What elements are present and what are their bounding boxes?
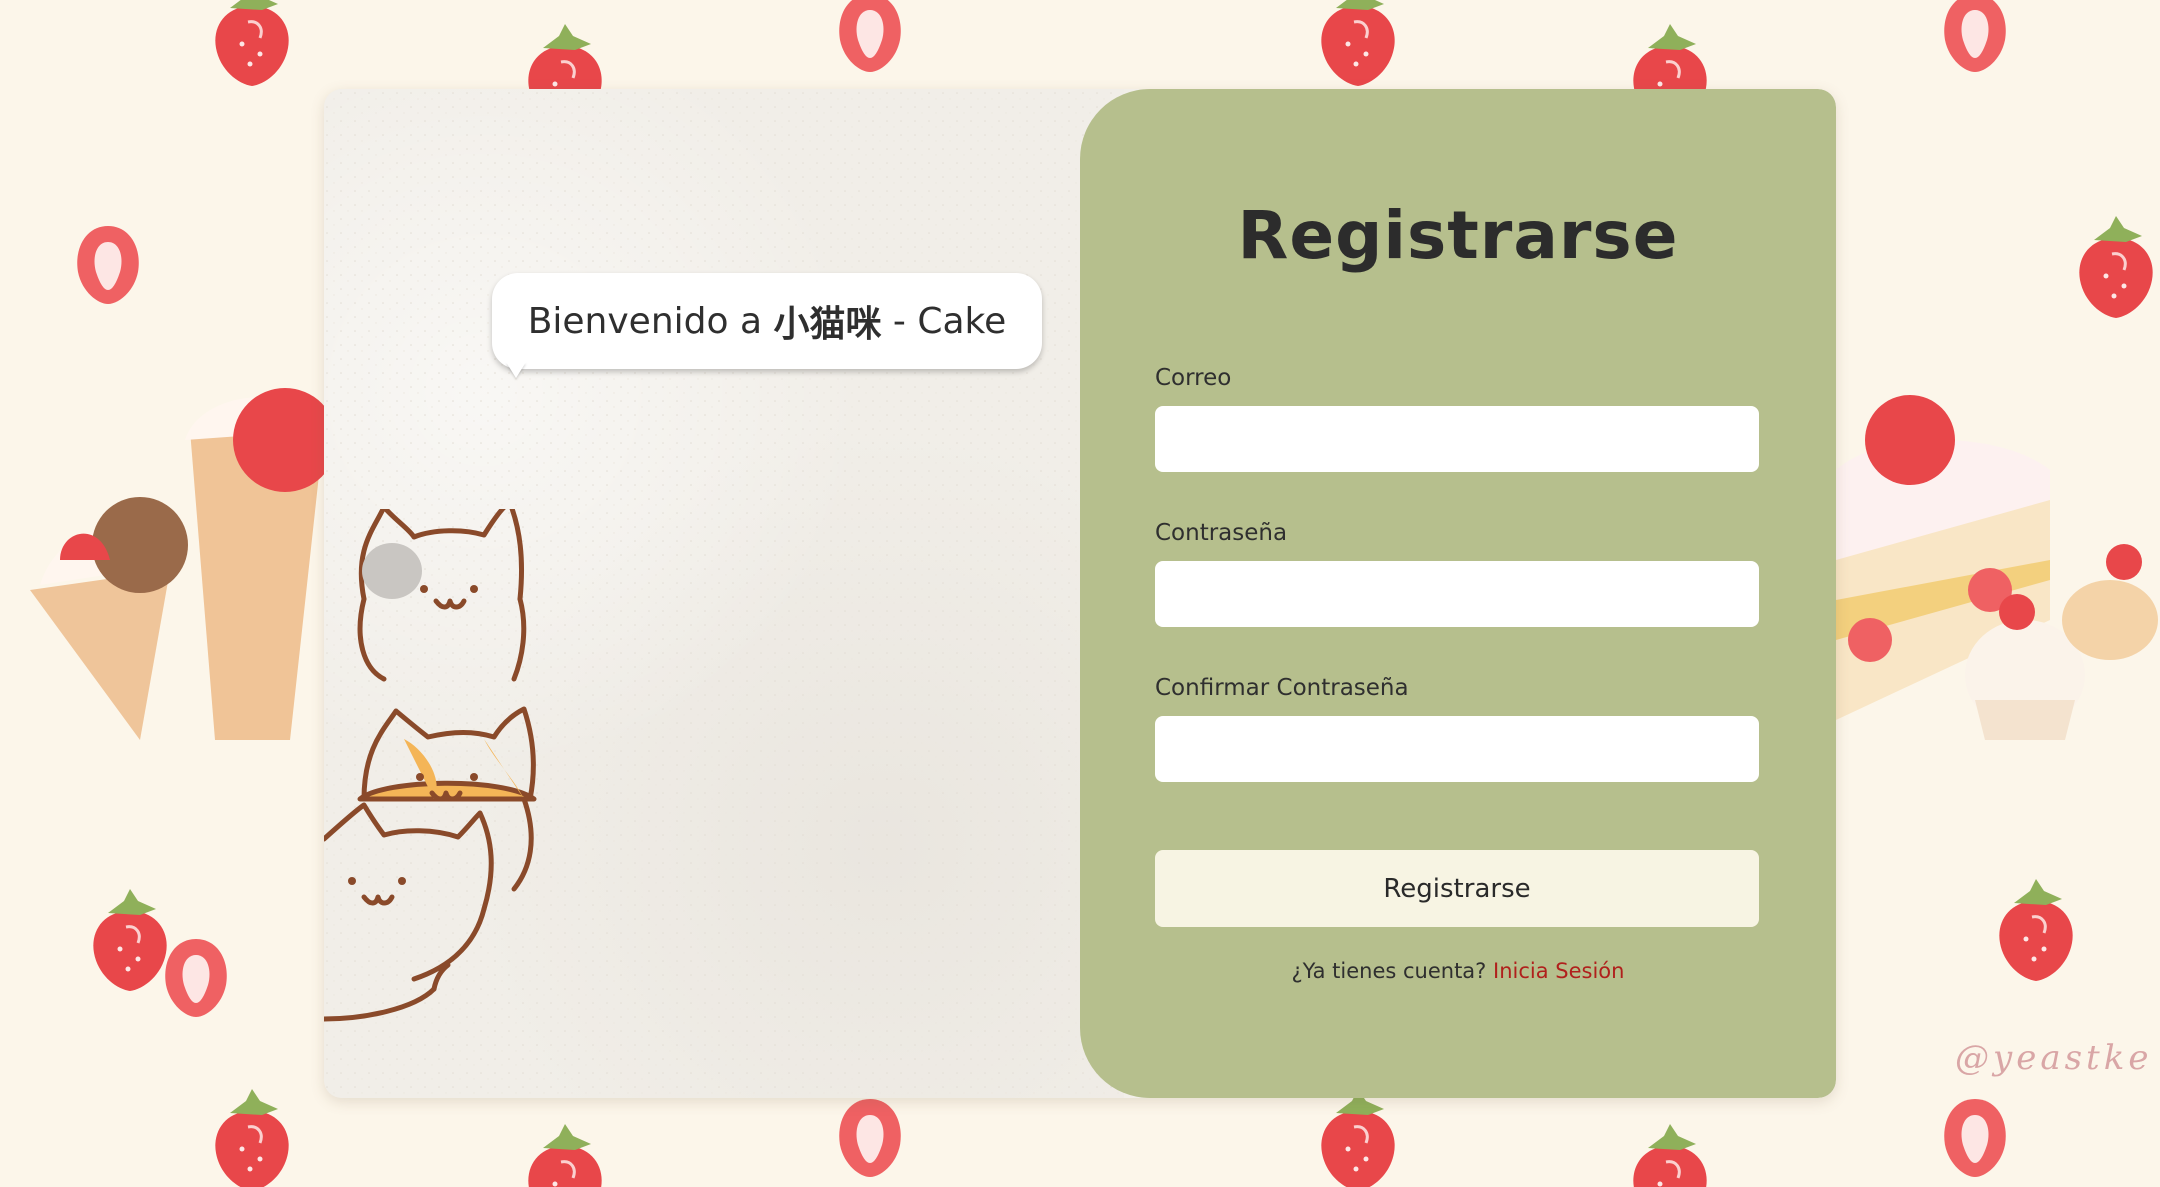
email-label: Correo [1155, 365, 1232, 391]
stacked-cats-illustration [324, 509, 537, 1022]
register-button[interactable]: Registrarse [1155, 850, 1759, 927]
signup-form-panel: Registrarse Correo Contraseña Confirmar … [1080, 89, 1836, 1098]
welcome-speech-bubble: Bienvenido a 小猫咪 - Cake [492, 273, 1042, 369]
welcome-panel: Bienvenido a 小猫咪 - Cake [324, 89, 1124, 1098]
password-field[interactable] [1155, 561, 1759, 627]
form-title: Registrarse [1237, 197, 1679, 274]
login-prompt: ¿Ya tienes cuenta? [1291, 959, 1493, 983]
password-label: Contraseña [1155, 520, 1288, 546]
welcome-prefix: Bienvenido a [527, 300, 774, 342]
artist-watermark: @yeastke [1955, 1038, 2153, 1078]
confirm-password-label: Confirmar Contraseña [1155, 675, 1409, 701]
white-cat-icon [324, 802, 494, 1022]
signup-card: Bienvenido a 小猫咪 - Cake Registrarse Corr… [324, 89, 1836, 1098]
speech-bubble-tail [506, 362, 526, 378]
calico-cat-icon [357, 509, 527, 682]
crepe-illustration [30, 388, 337, 740]
login-prompt-line: ¿Ya tienes cuenta? Inicia Sesión [1080, 959, 1836, 983]
welcome-suffix: - Cake [881, 300, 1007, 342]
email-field[interactable] [1155, 406, 1759, 472]
brand-name: 小猫咪 [773, 304, 882, 345]
confirm-password-field[interactable] [1155, 716, 1759, 782]
orange-cat-icon [357, 706, 537, 892]
login-link[interactable]: Inicia Sesión [1493, 959, 1624, 983]
